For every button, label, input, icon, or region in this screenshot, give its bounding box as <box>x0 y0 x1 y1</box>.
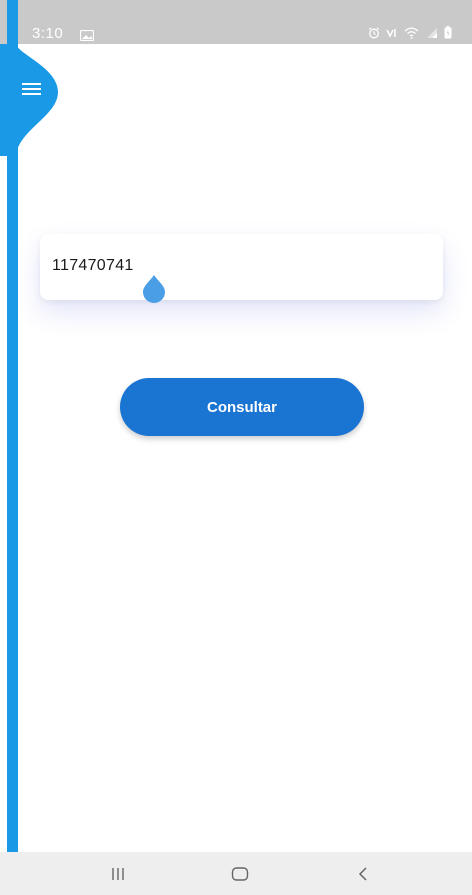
recent-apps-icon[interactable] <box>103 864 133 884</box>
status-time: 3:10 <box>32 25 64 42</box>
home-icon[interactable] <box>225 864 255 884</box>
consult-button[interactable]: Consultar <box>120 378 364 436</box>
status-bar: 3:10 <box>0 0 472 44</box>
image-icon <box>79 28 95 46</box>
system-nav-bar <box>0 852 472 895</box>
search-input[interactable] <box>52 252 432 280</box>
wifi-icon <box>404 26 419 44</box>
battery-icon <box>444 26 452 44</box>
signal-icon <box>425 26 438 44</box>
text-cursor-handle-icon[interactable] <box>140 273 168 303</box>
alarm-icon <box>368 26 380 44</box>
hamburger-menu-icon[interactable] <box>22 81 42 97</box>
volte-icon <box>386 26 398 44</box>
drawer-tab[interactable] <box>0 44 60 156</box>
back-icon[interactable] <box>348 864 378 884</box>
status-icons <box>368 26 452 44</box>
search-card <box>40 234 443 300</box>
